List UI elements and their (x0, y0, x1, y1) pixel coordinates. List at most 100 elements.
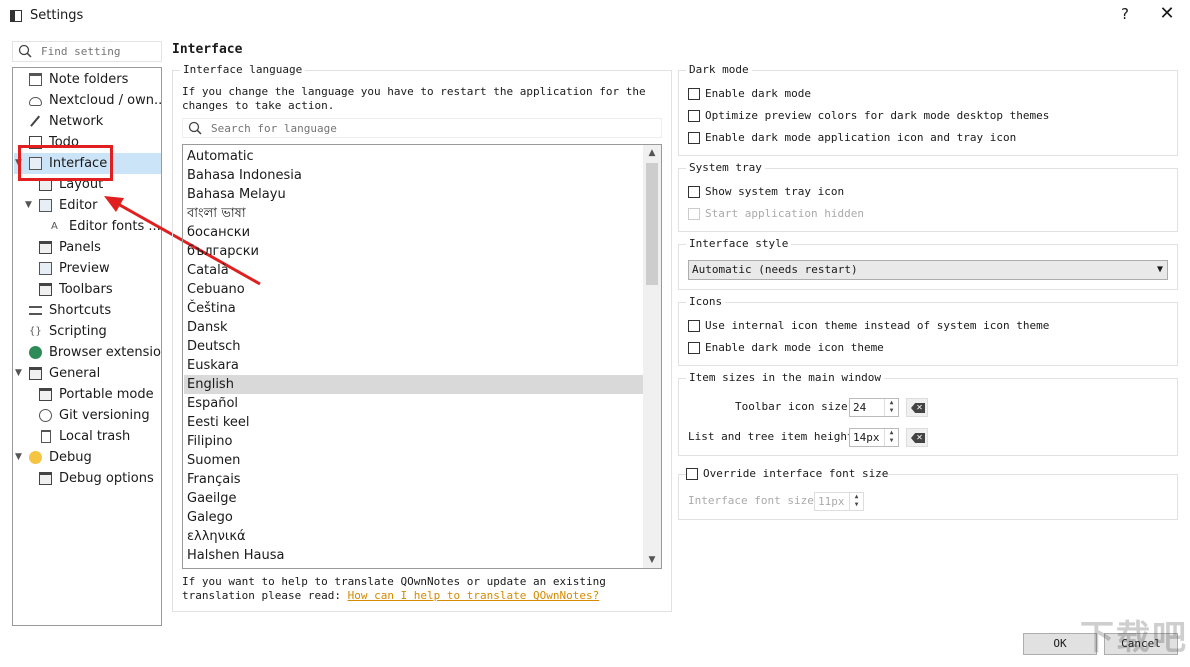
list-item[interactable]: Suomen (184, 451, 644, 470)
setting-search-box[interactable] (12, 41, 162, 62)
interface-language-title: Interface language (180, 63, 306, 76)
nav-item-portable-mode[interactable]: Portable mode (14, 384, 161, 405)
interface-style-select[interactable]: Automatic (needs restart) ▼ (688, 260, 1168, 280)
list-item[interactable]: български (184, 242, 644, 261)
chevron-down-icon: ▼ (1156, 264, 1163, 275)
list-item[interactable]: Filipino (184, 432, 644, 451)
language-description: If you change the language you have to r… (182, 85, 646, 112)
tree-item-height-value: 14px (853, 431, 880, 444)
close-icon[interactable]: ✕ (1157, 3, 1177, 24)
icons-group (678, 302, 1178, 366)
nav-item-git-versioning[interactable]: Git versioning (14, 405, 161, 426)
chevron-down-icon[interactable]: ▼ (15, 447, 25, 468)
setting-search-input[interactable] (39, 44, 157, 59)
language-search-box[interactable] (182, 118, 662, 138)
backspace-icon: ✕ (911, 433, 925, 443)
list-item[interactable]: Čeština (184, 299, 644, 318)
list-item[interactable]: ελληνικά (184, 527, 644, 546)
list-item[interactable]: Français (184, 470, 644, 489)
checkbox-box[interactable] (688, 320, 700, 332)
help-icon[interactable]: ? (1116, 5, 1134, 23)
debug-options-icon (39, 472, 52, 485)
language-list-scrollbar[interactable]: ▲ ▼ (643, 145, 661, 568)
nav-item-panels[interactable]: Panels (14, 237, 161, 258)
list-item[interactable]: Galego (184, 508, 644, 527)
nav-item-editor[interactable]: ▼ Editor (14, 195, 161, 216)
language-list[interactable]: Automatic Bahasa Indonesia Bahasa Melayu… (182, 144, 662, 569)
nav-item-network[interactable]: Network (14, 111, 161, 132)
page-title: Interface (172, 42, 243, 57)
panels-icon (39, 241, 52, 254)
list-item-selected[interactable]: English (184, 375, 644, 394)
interface-style-title: Interface style (686, 237, 792, 250)
title-bar: Settings ? ✕ (0, 0, 1190, 32)
nav-item-scripting[interactable]: {} Scripting (14, 321, 161, 342)
list-item[interactable]: Euskara (184, 356, 644, 375)
system-tray-group (678, 168, 1178, 232)
list-item[interactable]: Dansk (184, 318, 644, 337)
list-item[interactable]: босански (184, 223, 644, 242)
checkbox-box (688, 208, 700, 220)
list-item[interactable]: Halshen Hausa (184, 546, 644, 565)
watermark-logo: 下载吧 (1080, 618, 1188, 658)
list-item[interactable]: Español (184, 394, 644, 413)
backspace-icon: ✕ (911, 403, 925, 413)
reset-tree-height-button[interactable]: ✕ (906, 428, 928, 447)
list-item[interactable]: Deutsch (184, 337, 644, 356)
list-item[interactable]: Bahasa Indonesia (184, 166, 644, 185)
spin-arrows-icon[interactable]: ▲ ▼ (884, 429, 898, 446)
checkbox-box[interactable] (686, 468, 698, 480)
nav-item-nextcloud[interactable]: Nextcloud / own... (14, 90, 161, 111)
nav-item-browser-extension[interactable]: Browser extension (14, 342, 161, 363)
scroll-up-icon[interactable]: ▲ (643, 145, 661, 161)
general-icon (29, 367, 42, 380)
toolbars-icon (39, 283, 52, 296)
list-item[interactable]: বাংলা ভাষা (184, 204, 644, 223)
globe-icon (29, 346, 42, 359)
chevron-down-icon[interactable]: ▼ (15, 363, 25, 384)
nav-item-shortcuts[interactable]: Shortcuts (14, 300, 161, 321)
nav-item-toolbars[interactable]: Toolbars (14, 279, 161, 300)
list-item[interactable]: Automatic (184, 147, 644, 166)
trash-icon (41, 430, 51, 443)
list-item[interactable]: Cebuano (184, 280, 644, 299)
spin-arrows-icon: ▲ ▼ (849, 493, 863, 510)
nav-item-local-trash[interactable]: Local trash (14, 426, 161, 447)
list-item[interactable]: Català (184, 261, 644, 280)
translate-help-link[interactable]: How can I help to translate QOwnNotes? (348, 589, 600, 602)
list-item[interactable]: Eesti keel (184, 413, 644, 432)
reset-toolbar-size-button[interactable]: ✕ (906, 398, 928, 417)
search-icon (188, 121, 202, 135)
toolbar-icon-size-spinbox[interactable]: 24 ▲ ▼ (849, 398, 899, 417)
portable-icon (39, 388, 52, 401)
dark-mode-title: Dark mode (686, 63, 752, 76)
checkbox-box[interactable] (688, 88, 700, 100)
translate-help: If you want to help to translate QOwnNot… (182, 575, 662, 603)
tree-item-height-spinbox[interactable]: 14px ▲ ▼ (849, 428, 899, 447)
shortcuts-icon (29, 306, 42, 315)
toolbar-icon-size-label: Toolbar icon size: (735, 400, 855, 413)
window-title: Settings (30, 8, 84, 23)
override-font-size-checkbox[interactable]: Override interface font size (686, 466, 888, 482)
interface-font-size-label: Interface font size: (688, 494, 821, 507)
nav-item-editor-fonts[interactable]: A Editor fonts ... (14, 216, 161, 237)
scrollbar-thumb[interactable] (646, 163, 658, 285)
checkbox-box[interactable] (688, 132, 700, 144)
spin-arrows-icon[interactable]: ▲ ▼ (884, 399, 898, 416)
system-tray-title: System tray (686, 161, 765, 174)
checkbox-box[interactable] (688, 342, 700, 354)
list-item[interactable]: Gaeilge (184, 489, 644, 508)
nav-item-note-folders[interactable]: Note folders (14, 69, 161, 90)
language-search-input[interactable] (209, 121, 649, 136)
nav-item-debug-options[interactable]: Debug options (14, 468, 161, 489)
cloud-icon (29, 97, 42, 106)
nav-item-preview[interactable]: Preview (14, 258, 161, 279)
list-item[interactable]: Bahasa Melayu (184, 185, 644, 204)
checkbox-box[interactable] (688, 186, 700, 198)
chevron-down-icon[interactable]: ▼ (25, 195, 35, 216)
checkbox-box[interactable] (688, 110, 700, 122)
scroll-down-icon[interactable]: ▼ (643, 552, 661, 568)
nav-item-debug[interactable]: ▼ Debug (14, 447, 161, 468)
nav-item-general[interactable]: ▼ General (14, 363, 161, 384)
interface-font-size-value: 11px (818, 495, 845, 508)
